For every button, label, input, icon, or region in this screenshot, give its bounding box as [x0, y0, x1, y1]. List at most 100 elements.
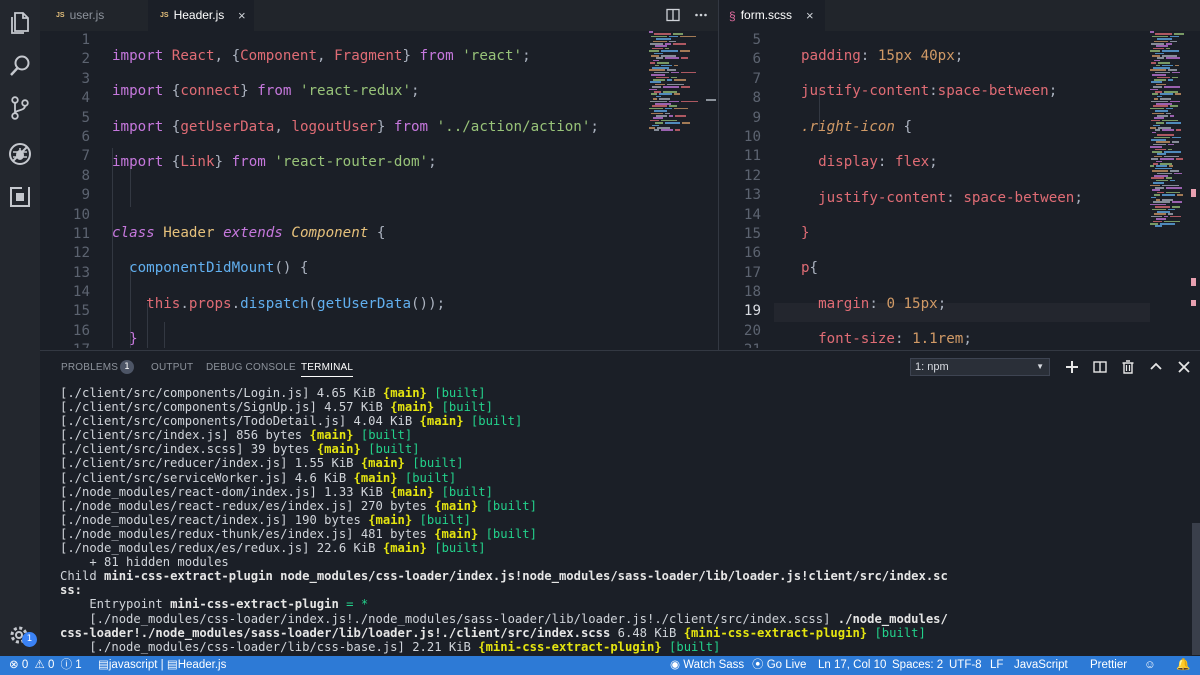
- code-line: justify-content:space-between;: [801, 83, 1058, 100]
- minimap-line: [665, 47, 669, 50]
- tab-output[interactable]: OUTPUT: [151, 362, 193, 373]
- tab-terminal[interactable]: TERMINAL: [301, 362, 354, 377]
- extensions-icon[interactable]: [6, 183, 34, 211]
- explorer-icon[interactable]: [6, 8, 34, 36]
- minimap-line: [1175, 64, 1179, 67]
- chunk-name: {main}: [419, 414, 464, 429]
- tab-label: Header.js: [173, 8, 225, 22]
- minimap-line: [1168, 213, 1173, 215]
- editor-form-scss[interactable]: 5 6 7 8 9 10 11 12 13 14 15 16 17 18 19 20 21 padding: 1…: [719, 31, 1200, 348]
- tab-debug-console[interactable]: DEBUG CONSOLE: [206, 362, 296, 373]
- module-path: [./node_modules/react/index.js] 190 byte…: [60, 512, 369, 527]
- code-line: font-size: 1.1rem;: [818, 331, 972, 348]
- line-number: 8: [81, 167, 90, 184]
- chunk-name: {main}: [360, 456, 405, 471]
- minimap-line: [669, 115, 673, 117]
- minimap-line: [1151, 158, 1158, 160]
- minimap-line: [665, 43, 671, 45]
- terminal-line: Child mini-css-extract-plugin node_modul…: [60, 569, 1180, 583]
- breadcrumb[interactable]: ▤javascript | ▤Header.js: [98, 656, 226, 675]
- terminal-line: [./client/src/index.js] 856 bytes {main}…: [60, 428, 1180, 442]
- code-content[interactable]: import React, {Component, Fragment} from…: [112, 31, 599, 348]
- minimap-line: [651, 35, 667, 38]
- maximize-panel-chevron-up-icon[interactable]: [1147, 358, 1165, 376]
- watch-sass-button[interactable]: ◉ Watch Sass: [670, 656, 744, 675]
- tab-problems[interactable]: PROBLEMS: [61, 362, 118, 373]
- minimap-line: [1153, 47, 1164, 50]
- breadcrumb-separator: |: [160, 659, 164, 671]
- cursor-position[interactable]: Ln 17, Col 10: [818, 656, 886, 675]
- split-editor-icon[interactable]: [666, 8, 680, 22]
- minimap-right[interactable]: [1150, 31, 1200, 231]
- split-terminal-icon[interactable]: [1091, 358, 1109, 376]
- tab-form-scss[interactable]: § form.scss ×: [719, 0, 825, 31]
- terminal-instance-select[interactable]: 1: npm ▼: [910, 358, 1050, 376]
- prettier-formatter[interactable]: Prettier: [1090, 656, 1127, 675]
- source-control-icon[interactable]: [6, 94, 34, 122]
- line-number: 17: [743, 264, 761, 281]
- minimap-line: [649, 69, 665, 71]
- line-number: 4: [81, 90, 90, 107]
- tab-header-js[interactable]: JS Header.js ×: [148, 0, 254, 31]
- language-mode[interactable]: JavaScript: [1014, 656, 1068, 675]
- minimap-line: [1157, 211, 1170, 213]
- notifications-bell-icon[interactable]: 🔔: [1176, 656, 1190, 675]
- debug-icon[interactable]: [6, 140, 34, 168]
- minimap-line: [1168, 143, 1174, 146]
- minimap-line: [1166, 112, 1171, 115]
- minimap-line: [1170, 35, 1179, 38]
- minimap-line: [1153, 86, 1162, 88]
- minimap-line: [1151, 215, 1162, 218]
- line-number: 7: [81, 148, 90, 165]
- minimap-line: [674, 107, 688, 110]
- minimap-line: [1172, 201, 1182, 203]
- line-number: 16: [743, 245, 761, 262]
- minimap-line: [1153, 124, 1160, 127]
- line-number: 9: [81, 187, 90, 204]
- chunk-name: {mini-css-extract-plugin}: [478, 639, 662, 654]
- minimap-left[interactable]: [649, 31, 705, 141]
- end-of-line[interactable]: LF: [990, 656, 1003, 675]
- line-number: 12: [743, 167, 761, 184]
- minimap-line: [1152, 55, 1160, 57]
- new-terminal-plus-icon[interactable]: [1063, 358, 1081, 376]
- tab-user-js[interactable]: JS user.js: [40, 0, 148, 31]
- close-panel-icon[interactable]: [1175, 358, 1193, 376]
- more-actions-icon[interactable]: [694, 8, 708, 22]
- built-flag: [built]: [426, 386, 486, 400]
- minimap-line: [649, 88, 657, 91]
- problems-status[interactable]: ⊗ 0 ⚠ 0 ⓘ 1: [9, 656, 82, 675]
- line-number: 13: [743, 187, 761, 204]
- minimap-line: [673, 43, 686, 45]
- minimap-line: [653, 79, 665, 81]
- minimap-line: [1166, 47, 1170, 50]
- minimap-line: [1164, 86, 1180, 88]
- code-line: class Header extends Component {: [112, 224, 386, 241]
- minimap-line: [680, 50, 690, 52]
- minimap-line: [1152, 151, 1162, 153]
- feedback-smiley-icon[interactable]: ☺: [1144, 656, 1156, 675]
- minimap-line: [1154, 40, 1168, 43]
- minimap-line: [661, 50, 678, 52]
- code-content[interactable]: padding: 15px 40px; justify-content:spac…: [801, 31, 1083, 348]
- go-live-button[interactable]: ⦿ Go Live: [752, 656, 806, 675]
- info-icon: ⓘ: [60, 659, 73, 671]
- minimap-line: [1156, 141, 1170, 143]
- close-tab-icon[interactable]: ×: [238, 0, 246, 31]
- status-bar: ⊗ 0 ⚠ 0 ⓘ 1 ▤javascript | ▤Header.js ◉ W…: [0, 656, 1200, 675]
- terminal-line: + 81 hidden modules: [60, 555, 229, 570]
- editor-header-js[interactable]: 1234567891011121314151617 import React, …: [40, 31, 718, 348]
- minimap-line: [1170, 100, 1180, 103]
- minimap-line: [1154, 59, 1160, 62]
- minimap-line: [681, 86, 690, 88]
- close-tab-icon[interactable]: ×: [806, 0, 814, 31]
- encoding[interactable]: UTF-8: [949, 656, 982, 675]
- terminal-scrollbar-thumb[interactable]: [1192, 523, 1200, 655]
- terminal-output[interactable]: [./client/src/components/Login.js] 4.65 …: [60, 386, 1180, 654]
- line-number: 12: [72, 245, 90, 262]
- search-icon[interactable]: [6, 52, 34, 80]
- minimap-line: [657, 62, 669, 64]
- minimap-line: [681, 100, 698, 103]
- indentation[interactable]: Spaces: 2: [892, 656, 943, 675]
- kill-terminal-trash-icon[interactable]: [1119, 358, 1137, 376]
